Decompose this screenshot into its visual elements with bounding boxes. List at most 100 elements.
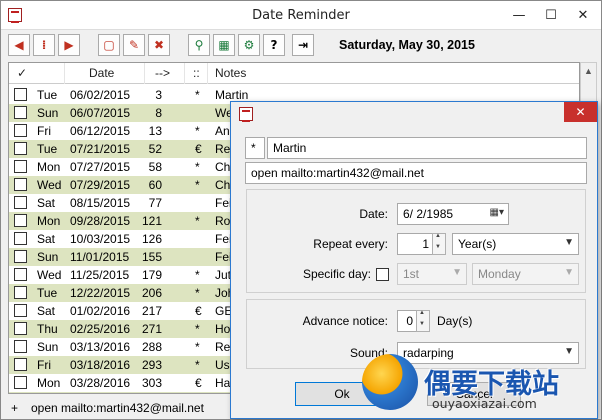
close-button[interactable]: ✕: [567, 1, 599, 30]
row-days-left: 3: [155, 88, 162, 102]
row-flag: €: [195, 304, 202, 318]
next-button[interactable]: ▶: [58, 34, 80, 56]
sound-value: radarping: [403, 346, 454, 360]
row-days-left: 217: [141, 304, 162, 318]
edit-icon: ✎: [128, 38, 140, 52]
repeat-label: Repeat every:: [313, 237, 388, 251]
row-flag: *: [195, 178, 200, 192]
scroll-up-icon[interactable]: ▲: [581, 63, 596, 80]
calendar-icon: ▦: [218, 38, 230, 52]
prev-icon: ◀: [14, 38, 24, 52]
date-group: Date: 6/ 2/1985 ▦▾ Repeat every: 1 Year(…: [246, 189, 586, 293]
header-flag[interactable]: ::: [193, 66, 200, 80]
row-days-left: 293: [141, 358, 162, 372]
help-icon: ?: [270, 38, 278, 52]
chevron-down-icon: ▼: [564, 237, 574, 248]
row-flag: *: [195, 358, 200, 372]
row-note: Ch: [215, 160, 231, 174]
row-days-left: 155: [141, 250, 162, 264]
dialog-app-icon: [239, 107, 253, 122]
prev-button[interactable]: ◀: [8, 34, 30, 56]
date-picker[interactable]: 6/ 2/1985 ▦▾: [397, 203, 509, 225]
row-flag: *: [195, 286, 200, 300]
header-notes[interactable]: Notes: [215, 66, 246, 80]
row-flag: *: [195, 340, 200, 354]
settings-button[interactable]: ⚙: [238, 34, 260, 56]
new-button[interactable]: ▢: [98, 34, 120, 56]
header-date[interactable]: Date: [89, 66, 114, 80]
settings-icon: ⚙: [243, 38, 255, 52]
chevron-down-icon: ▼: [564, 267, 574, 278]
specific-weekday-value: Monday: [478, 267, 521, 281]
row-days-left: 126: [141, 232, 162, 246]
dialog-title-bar: ✕: [231, 102, 597, 126]
new-icon: ▢: [103, 38, 115, 52]
list-header: ✓ Date --> :: Notes: [9, 63, 579, 84]
row-days-left: 77: [148, 196, 162, 210]
delete-icon: ✖: [153, 38, 165, 52]
repeat-input[interactable]: 1: [397, 233, 435, 255]
repeat-unit-select[interactable]: Year(s) ▼: [452, 233, 579, 255]
exit-icon: ⇥: [297, 38, 309, 52]
specific-ordinal-value: 1st: [403, 267, 420, 281]
calendar-dropdown-icon[interactable]: ▦▾: [490, 207, 504, 218]
row-days-left: 206: [141, 286, 162, 300]
today-button[interactable]: ⁞: [33, 34, 55, 56]
next-icon: ▶: [64, 38, 74, 52]
toolbar: ◀ ⁞ ▶ ▢ ✎ ✖ ⚲ ▦ ⚙? ⇥ Saturday, May 30, 2015: [1, 31, 601, 61]
dialog-close-button[interactable]: ✕: [564, 102, 597, 122]
sound-select[interactable]: radarping ▼: [397, 342, 579, 364]
row-days-left: 8: [155, 106, 162, 120]
maximize-button[interactable]: ☐: [535, 1, 567, 30]
row-days-left: 58: [148, 160, 162, 174]
row-days-left: 303: [141, 376, 162, 390]
chevron-down-icon: ▼: [564, 346, 574, 357]
edit-button[interactable]: ✎: [123, 34, 145, 56]
header-days[interactable]: -->: [155, 66, 170, 80]
name-field[interactable]: Martin: [267, 137, 587, 159]
specific-day-label: Specific day:: [302, 267, 371, 281]
specific-day-checkbox[interactable]: [376, 268, 389, 281]
calendar-button[interactable]: ▦: [213, 34, 235, 56]
row-days-left: 271: [141, 322, 162, 336]
specific-ordinal-select[interactable]: 1st ▼: [397, 263, 467, 285]
chevron-down-icon: ▼: [452, 267, 462, 278]
status-text: open mailto:martin432@mail.net: [31, 401, 204, 415]
notice-group: Advance notice: 0 Day(s) Sound: radarpin…: [246, 299, 586, 369]
row-flag: *: [195, 88, 200, 102]
row-days-left: 13: [148, 124, 162, 138]
row-flag: *: [195, 124, 200, 138]
row-days-left: 52: [148, 142, 162, 156]
status-plus: +: [11, 401, 19, 415]
row-flag: *: [195, 160, 200, 174]
search-button[interactable]: ⚲: [188, 34, 210, 56]
row-note: Ch: [215, 178, 231, 192]
watermark-url: ouyaoxiazai.com: [432, 396, 537, 411]
row-note: Jut: [215, 268, 232, 282]
advance-notice-spinner[interactable]: [416, 310, 430, 332]
title-bar: Date Reminder — ☐ ✕: [1, 1, 601, 30]
repeat-spinner[interactable]: [432, 233, 446, 255]
current-date-label: Saturday, May 30, 2015: [339, 38, 475, 52]
row-flag: €: [195, 376, 202, 390]
row-days-left: 288: [141, 340, 162, 354]
date-value: 6/ 2/1985: [403, 207, 454, 221]
minimize-button[interactable]: —: [503, 1, 535, 30]
row-days-left: 121: [141, 214, 162, 228]
row-days-left: 179: [141, 268, 162, 282]
advance-notice-label: Advance notice:: [302, 314, 388, 328]
row-flag: *: [195, 322, 200, 336]
date-label: Date:: [359, 207, 388, 221]
specific-weekday-select[interactable]: Monday ▼: [472, 263, 579, 285]
row-flag: *: [195, 214, 200, 228]
advance-unit-label: Day(s): [437, 314, 473, 328]
row-days-left: 60: [148, 178, 162, 192]
row-note: Martin: [215, 88, 249, 102]
flag-field[interactable]: *: [245, 137, 265, 159]
header-check[interactable]: ✓: [17, 66, 27, 80]
watermark-logo-icon: [362, 354, 418, 410]
delete-button[interactable]: ✖: [148, 34, 170, 56]
action-field[interactable]: open mailto:martin432@mail.net: [245, 162, 587, 184]
exit-button[interactable]: ⇥: [292, 34, 314, 56]
help-button[interactable]: ?: [263, 34, 285, 56]
